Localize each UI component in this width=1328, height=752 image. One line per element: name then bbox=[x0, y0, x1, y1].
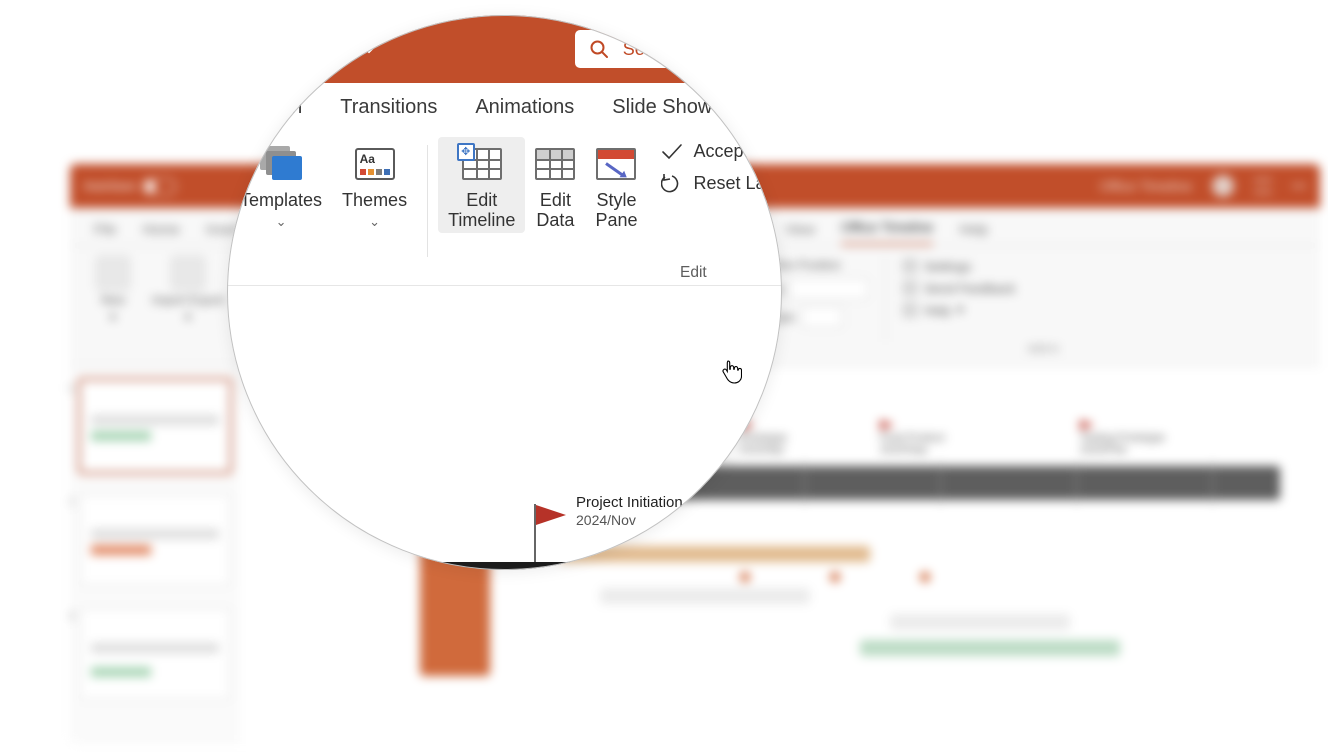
templates-icon bbox=[260, 146, 302, 182]
tab-home[interactable]: Home bbox=[143, 221, 180, 245]
user-area: Office Timeline bbox=[1100, 175, 1306, 197]
slide-thumbnail-1[interactable]: 1 bbox=[80, 380, 230, 472]
tab-design[interactable]: Design bbox=[240, 86, 302, 129]
milestone-flag: Testing Prototype2025/Feb bbox=[1080, 420, 1165, 456]
send-feedback-link[interactable]: Send Feedback bbox=[902, 280, 1015, 296]
slide-thumbnails: 1 2 3 bbox=[70, 366, 240, 744]
search-icon bbox=[589, 39, 609, 59]
style-pane-icon bbox=[596, 148, 636, 180]
help-icon bbox=[902, 302, 918, 318]
tab-file[interactable]: File bbox=[94, 221, 117, 245]
reset-layout-button[interactable]: Reset Layout bbox=[661, 173, 782, 194]
tab-office-timeline[interactable]: Office Timeline bbox=[841, 219, 933, 245]
autosave-label: AutoSave bbox=[84, 179, 136, 193]
document-title-zoom[interactable]: plan · Saved bbox=[242, 38, 377, 60]
undo-icon bbox=[661, 174, 683, 194]
search-placeholder: Search (Alt+Q) bbox=[623, 39, 743, 60]
themes-icon: Aa bbox=[355, 148, 395, 180]
tab-view[interactable]: View bbox=[785, 221, 815, 245]
chevron-down-icon: ⌄ bbox=[369, 214, 380, 230]
edit-data-icon bbox=[535, 148, 575, 180]
milestone-date: 2024/Nov bbox=[576, 512, 636, 528]
ribbon-tabs-zoom: Design Transitions Animations Slide Show… bbox=[227, 83, 782, 131]
avatar-icon[interactable] bbox=[1212, 175, 1234, 197]
quick-combo[interactable] bbox=[789, 278, 869, 300]
milestone-title: Project Initiation bbox=[576, 494, 683, 511]
new-button[interactable]: New▾ bbox=[88, 256, 138, 324]
help-link[interactable]: Help▾ bbox=[902, 302, 1015, 318]
document-title bbox=[200, 179, 204, 194]
style-pane-button[interactable]: StylePane bbox=[585, 137, 647, 233]
edit-data-button[interactable]: EditData bbox=[525, 137, 585, 233]
edit-options: Accept Change Reset Layout bbox=[647, 137, 782, 194]
tab-transitions[interactable]: Transitions bbox=[340, 86, 437, 129]
minimize-icon[interactable] bbox=[1292, 185, 1306, 187]
custom-input[interactable] bbox=[801, 306, 843, 328]
slide-thumbnail-2[interactable]: 2 bbox=[80, 494, 230, 586]
year-band: 2024 20 bbox=[328, 562, 782, 570]
gear-icon bbox=[902, 258, 918, 274]
chevron-down-icon bbox=[361, 38, 377, 60]
addin-group-label: Add-in bbox=[1027, 343, 1067, 355]
autosave-toggle[interactable]: AutoSave bbox=[84, 178, 176, 195]
tab-slide-show[interactable]: Slide Show bbox=[612, 86, 712, 129]
search-box[interactable]: Search (Alt+Q) bbox=[575, 30, 782, 68]
edit-timeline-button[interactable]: EditTimeline bbox=[438, 137, 525, 233]
separator bbox=[427, 145, 428, 257]
import-export-button[interactable]: Import Export▾ bbox=[144, 256, 232, 324]
templates-button[interactable]: Templates ⌄ bbox=[230, 137, 332, 232]
title-bar-zoom: plan · Saved Search (Alt+Q) bbox=[227, 15, 782, 83]
accept-change-button[interactable]: Accept Change bbox=[661, 141, 782, 162]
group-label-edit: Edit bbox=[680, 264, 707, 282]
chevron-down-icon: ⌄ bbox=[276, 214, 287, 230]
tab-help[interactable]: Help bbox=[959, 221, 988, 245]
slide-thumbnail-3[interactable]: 3 bbox=[80, 608, 230, 700]
milestone-flag: Final Product2024/Sep bbox=[880, 420, 945, 456]
edit-timeline-icon bbox=[462, 148, 502, 180]
ribbon-zoom: Templates ⌄ Aa Themes ⌄ EditTimeline Edi… bbox=[227, 131, 782, 286]
settings-group: Settings Send Feedback Help▾ bbox=[896, 256, 1021, 320]
ribbon-options-icon[interactable] bbox=[1254, 179, 1272, 193]
user-label: Office Timeline bbox=[1100, 178, 1192, 194]
tab-animations[interactable]: Animations bbox=[475, 86, 574, 129]
flag-icon bbox=[536, 505, 566, 525]
feedback-icon bbox=[902, 280, 918, 296]
toggle-icon bbox=[142, 178, 176, 195]
check-icon bbox=[661, 143, 683, 161]
tab-record[interactable]: Record bbox=[750, 86, 782, 129]
settings-link[interactable]: Settings bbox=[902, 258, 1015, 274]
themes-button[interactable]: Aa Themes ⌄ bbox=[332, 137, 417, 232]
doc-title-text: plan · Saved bbox=[242, 38, 349, 60]
magnifier-lens: plan · Saved Search (Alt+Q) Design Trans… bbox=[227, 15, 782, 570]
